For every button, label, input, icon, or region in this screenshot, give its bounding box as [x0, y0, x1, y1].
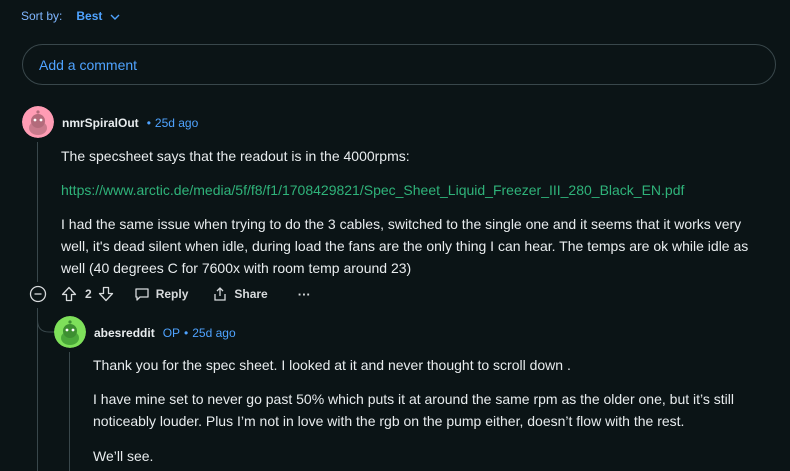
comment-bubble-icon	[135, 288, 149, 301]
comment-text: I have mine set to never go past 50% whi…	[93, 391, 734, 429]
comment-meta: nmrSpiralOut • 25d ago	[62, 116, 198, 130]
upvote-icon[interactable]	[61, 286, 77, 302]
sort-label: Sort by:	[21, 9, 63, 23]
comment-link[interactable]: https://www.arctic.de/media/5f/f8/f1/170…	[61, 179, 761, 201]
comment-text: The specsheet says that the readout is i…	[61, 148, 410, 164]
comment-author[interactable]: abesreddit	[94, 326, 155, 340]
thread-line[interactable]	[69, 352, 70, 471]
comment-text: Thank you for the spec sheet. I looked a…	[93, 357, 571, 373]
chevron-down-icon[interactable]	[110, 11, 120, 21]
thread-line[interactable]	[37, 142, 38, 282]
collapse-icon[interactable]	[29, 285, 47, 303]
comment-meta: abesreddit OP • 25d ago	[94, 326, 236, 340]
comment-text: I had the same issue when trying to do t…	[61, 216, 749, 276]
more-options-icon[interactable]: ···	[298, 287, 311, 302]
downvote-icon[interactable]	[98, 286, 114, 302]
separator-dot: •	[184, 326, 189, 340]
share-button[interactable]: Share	[212, 286, 268, 302]
comment-author[interactable]: nmrSpiralOut	[62, 116, 139, 130]
avatar[interactable]	[22, 106, 54, 138]
sort-value[interactable]: Best	[76, 9, 102, 23]
vote-count: 2	[85, 287, 92, 301]
avatar[interactable]	[54, 316, 86, 348]
separator-dot: •	[146, 116, 151, 130]
comment-actions: 2 Reply Share ···	[29, 285, 311, 303]
op-badge: OP	[162, 326, 181, 340]
reply-button[interactable]: Reply	[134, 286, 189, 302]
share-label: Share	[234, 287, 268, 301]
comment-text: We’ll see.	[93, 448, 154, 464]
comment-timestamp[interactable]: 25d ago	[192, 326, 235, 340]
add-comment-placeholder: Add a comment	[39, 56, 138, 73]
sort-control[interactable]: Sort by: Best	[21, 9, 120, 23]
share-icon	[214, 287, 227, 301]
comment-timestamp[interactable]: 25d ago	[155, 116, 198, 130]
reply-label: Reply	[155, 287, 189, 301]
add-comment-input[interactable]: Add a comment	[22, 44, 776, 85]
